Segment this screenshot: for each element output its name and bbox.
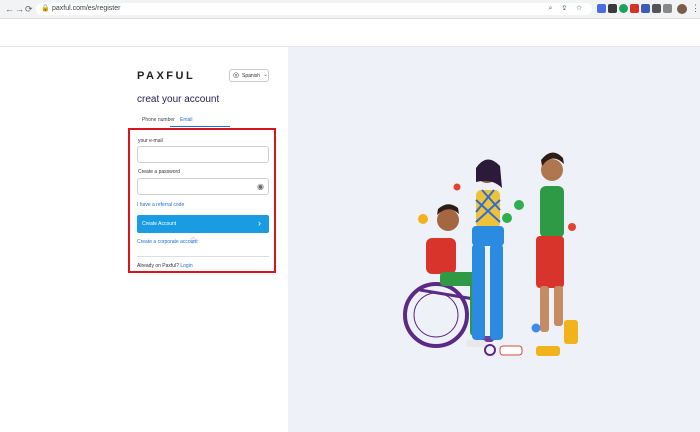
man-right-leg — [554, 286, 563, 326]
woman-shoe-right — [499, 345, 523, 356]
man-shirt — [540, 186, 564, 238]
man-shorts — [536, 236, 564, 288]
coin — [418, 214, 428, 224]
seated-person-torso — [426, 238, 456, 274]
seated-person-head — [437, 209, 459, 231]
coin — [531, 323, 541, 333]
coin — [514, 200, 524, 210]
woman-left-leg — [472, 244, 485, 340]
wheelchair-handrim — [413, 292, 459, 338]
woman-hair — [476, 159, 502, 188]
wheelchair-caster — [484, 344, 496, 356]
man-shoe-left — [536, 346, 560, 356]
coin — [453, 183, 461, 191]
man-shoe-right — [564, 320, 578, 344]
woman-right-leg — [490, 244, 503, 340]
man-left-leg — [540, 286, 549, 332]
people-illustration — [403, 152, 578, 356]
coin — [502, 213, 512, 223]
woman-shoe-left — [466, 340, 486, 347]
woman-waist — [472, 226, 504, 246]
coin — [568, 223, 576, 231]
